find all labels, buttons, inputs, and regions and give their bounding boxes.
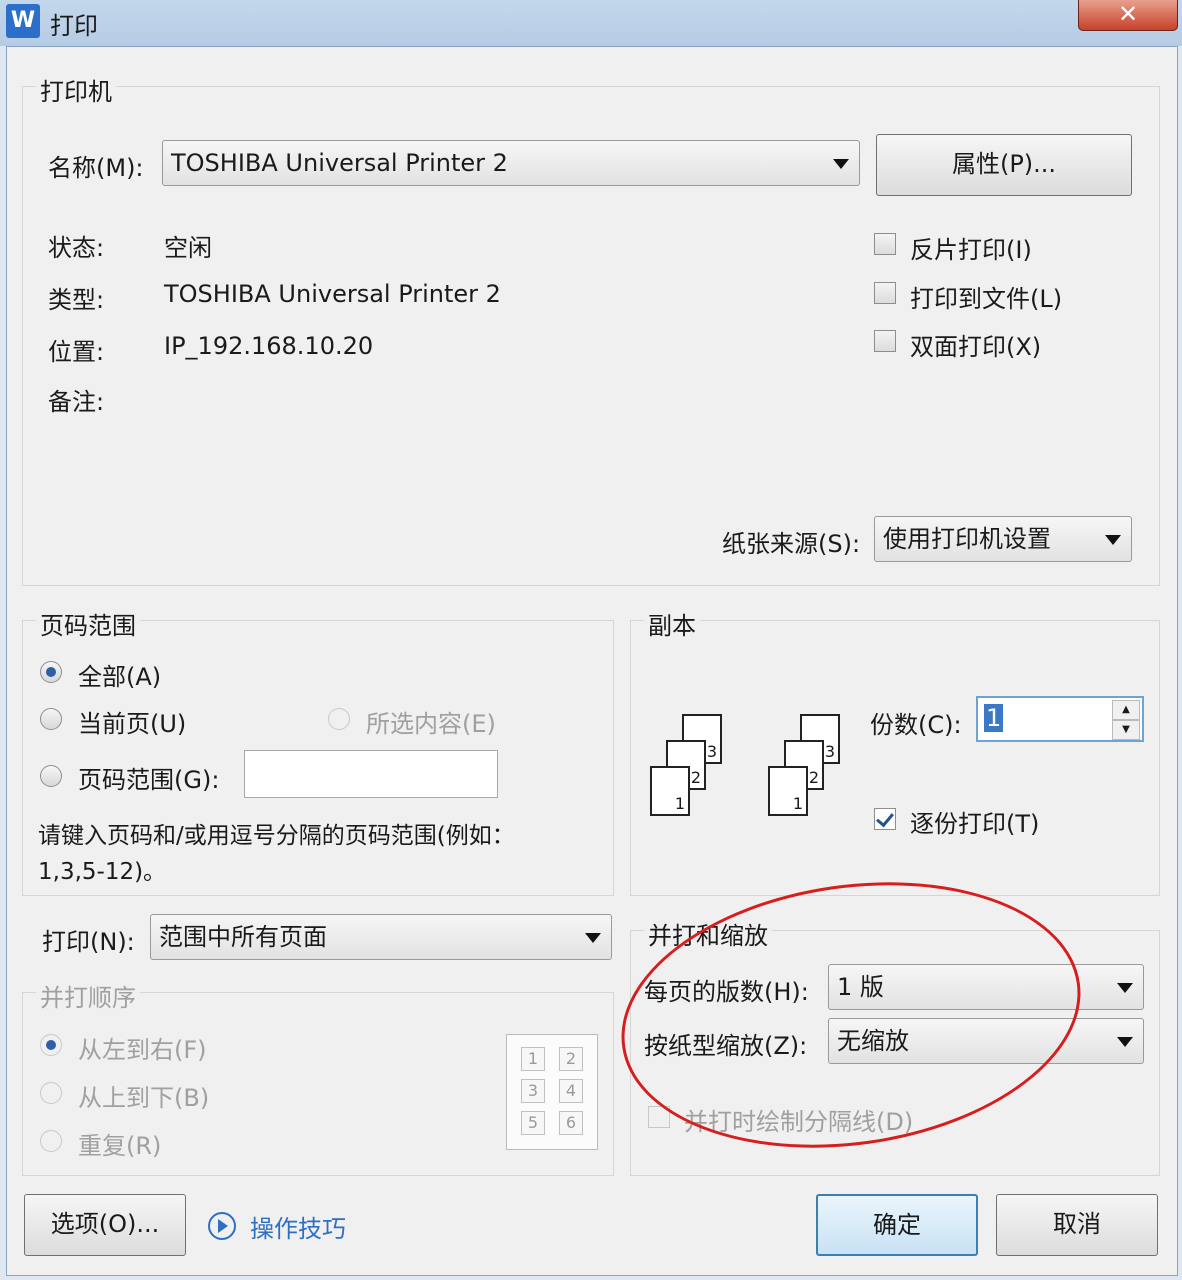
zoom-legend: 并打和缩放 [644,916,772,951]
spin-down-icon[interactable]: ▼ [1112,720,1140,740]
draw-borders-checkbox[interactable] [648,1106,670,1128]
print-to-file-checkbox[interactable] [874,282,896,304]
wps-app-icon: W [6,4,40,38]
printer-legend: 打印机 [36,72,116,107]
duplex-checkbox[interactable] [874,330,896,352]
print-what-label: 打印(N): [42,928,135,956]
copies-count-value: 1 [984,704,1004,732]
draw-borders-label: 并打时绘制分隔线(D) [684,1108,914,1136]
print-what-value: 范围中所有页面 [159,923,327,951]
reverse-print-checkbox[interactable] [874,233,896,255]
close-button[interactable]: ✕ [1078,0,1178,31]
chevron-down-icon [833,159,849,169]
top-to-bottom-radio[interactable] [40,1082,62,1104]
options-button[interactable]: 选项(O)... [24,1194,186,1256]
collate-checkbox[interactable] [874,808,896,830]
status-label: 状态: [48,234,105,262]
spin-up-icon[interactable]: ▲ [1112,700,1140,720]
comment-label: 备注: [48,388,105,416]
current-page-radio[interactable] [40,708,62,730]
repeat-label: 重复(R) [78,1132,162,1160]
top-to-bottom-label: 从上到下(B) [78,1084,210,1112]
play-circle-icon[interactable] [208,1212,236,1240]
chevron-down-icon [1117,1037,1133,1047]
scale-value: 无缩放 [837,1027,909,1055]
all-pages-label: 全部(A) [78,663,162,691]
checkmark-icon [876,808,894,828]
current-page-label: 当前页(U) [78,710,187,738]
copies-count-input[interactable]: 1 ▲ ▼ [976,696,1144,742]
chevron-down-icon [1117,983,1133,993]
print-to-file-label: 打印到文件(L) [910,285,1063,313]
left-to-right-radio[interactable] [40,1034,62,1056]
page-range-label: 页码范围(G): [78,766,220,794]
properties-button[interactable]: 属性(P)... [876,134,1132,196]
paper-source-label: 纸张来源(S): [722,530,861,558]
copies-count-label: 份数(C): [870,711,962,739]
page-range-input[interactable] [244,750,498,798]
paper-source-value: 使用打印机设置 [883,525,1051,553]
pages-per-sheet-select[interactable]: 1 版 [828,964,1144,1010]
print-what-select[interactable]: 范围中所有页面 [150,914,612,960]
order-preview-grid: 1 2 3 4 5 6 [506,1034,598,1150]
uncollated-pages-icon: 3 2 1 [768,714,848,818]
cancel-button[interactable]: 取消 [996,1194,1158,1256]
type-label: 类型: [48,286,105,314]
all-pages-radio[interactable] [40,661,62,683]
scale-label: 按纸型缩放(Z): [644,1032,808,1060]
location-value: IP_192.168.10.20 [164,332,374,360]
type-value: TOSHIBA Universal Printer 2 [164,280,501,308]
tips-link[interactable]: 操作技巧 [250,1209,346,1244]
pages-per-sheet-label: 每页的版数(H): [644,978,809,1006]
window-title: 打印 [50,12,98,40]
selection-label: 所选内容(E) [366,710,496,738]
reverse-print-label: 反片打印(I) [910,236,1032,264]
status-value: 空闲 [164,234,212,262]
scale-select[interactable]: 无缩放 [828,1018,1144,1064]
pages-per-sheet-value: 1 版 [837,973,884,1001]
location-label: 位置: [48,338,105,366]
ok-button[interactable]: 确定 [816,1194,978,1256]
print-order-legend: 并打顺序 [36,978,140,1013]
paper-source-select[interactable]: 使用打印机设置 [874,516,1132,562]
chevron-down-icon [1105,535,1121,545]
page-range-radio[interactable] [40,765,62,787]
page-range-hint: 请键入页码和/或用逗号分隔的页码范围(例如： [38,823,515,849]
collate-label: 逐份打印(T) [910,810,1040,838]
title-bar [0,0,1182,46]
copies-legend: 副本 [644,606,700,641]
left-to-right-label: 从左到右(F) [78,1036,207,1064]
page-range-legend: 页码范围 [36,606,140,641]
printer-name-label: 名称(M): [48,154,144,182]
repeat-radio[interactable] [40,1130,62,1152]
printer-name-select[interactable]: TOSHIBA Universal Printer 2 [162,140,860,186]
selection-radio[interactable] [328,708,350,730]
chevron-down-icon [585,933,601,943]
page-range-hint-example: 1,3,5-12)。 [38,859,167,885]
printer-name-value: TOSHIBA Universal Printer 2 [171,149,508,177]
collated-pages-icon: 3 2 1 [650,714,730,818]
duplex-label: 双面打印(X) [910,333,1042,361]
